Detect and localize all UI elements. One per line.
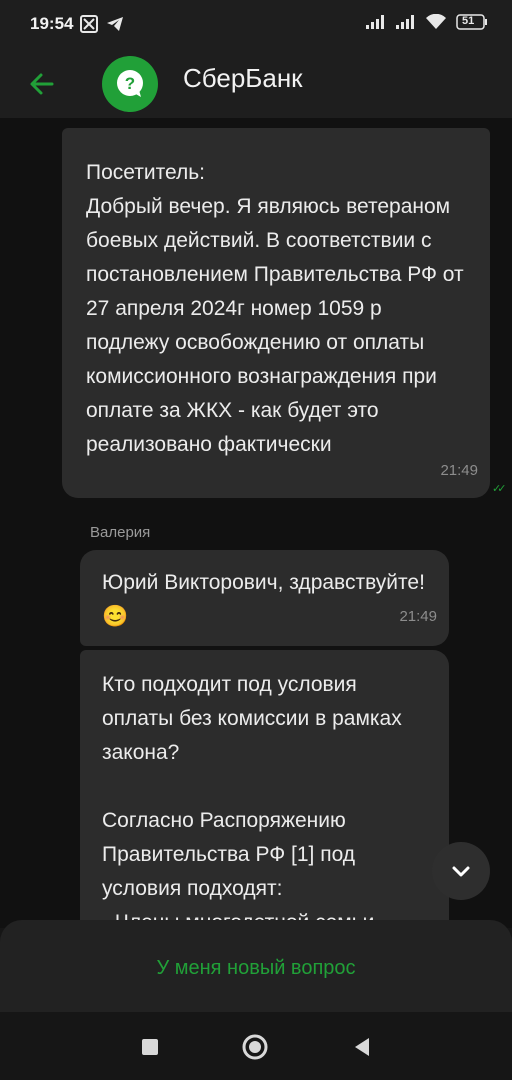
triangle-back-icon [355, 1038, 369, 1056]
scroll-down-button[interactable] [432, 842, 490, 900]
chat-area[interactable]: Посетитель: Добрый вечер. Я являюсь вете… [0, 118, 512, 928]
arrow-left-icon [30, 73, 54, 95]
square-icon [142, 1039, 158, 1055]
svg-text:?: ? [125, 74, 135, 93]
back-nav-button[interactable] [347, 1032, 377, 1062]
battery-icon: 51 [456, 14, 488, 35]
message-text: Юрий Викторович, здравствуйте! 😊 [102, 571, 425, 628]
message-text: Посетитель: Добрый вечер. Я являюсь вете… [86, 161, 464, 456]
question-chat-icon: ? [117, 70, 143, 97]
status-time: 19:54 [30, 14, 74, 33]
circle-icon [242, 1034, 268, 1060]
chat-header: ? СберБанк [0, 50, 512, 118]
wifi-icon [426, 13, 446, 35]
battery-level: 51 [462, 15, 475, 27]
chat-title: СберБанк [183, 63, 303, 93]
message-bubble-incoming: Юрий Викторович, здравствуйте! 😊 21:49 [80, 550, 449, 646]
signal-icon-2 [396, 15, 416, 34]
message-bubble-incoming: Кто подходит под условия оплаты без коми… [80, 650, 449, 928]
avatar: ? [102, 56, 158, 112]
home-button[interactable] [240, 1032, 270, 1062]
message-bubble-outgoing: Посетитель: Добрый вечер. Я являюсь вете… [62, 128, 490, 498]
back-button[interactable] [22, 64, 62, 104]
signal-icon [366, 15, 386, 34]
bottom-action-panel: У меня новый вопрос [0, 920, 512, 1012]
status-bar: 19:54 51 [0, 0, 512, 50]
message-time: 21:49 [440, 462, 478, 479]
read-ticks-icon: ✓✓ [492, 483, 507, 495]
navigation-bar [0, 1012, 512, 1080]
sender-name: Валерия [90, 524, 151, 541]
telegram-icon [106, 15, 124, 38]
message-text: Кто подходит под условия оплаты без коми… [102, 673, 402, 928]
recents-button[interactable] [135, 1032, 165, 1062]
new-question-button[interactable]: У меня новый вопрос [0, 940, 512, 996]
chevron-down-icon [452, 866, 470, 877]
message-time: 21:49 [399, 608, 437, 625]
app-notification-icon [80, 15, 98, 38]
